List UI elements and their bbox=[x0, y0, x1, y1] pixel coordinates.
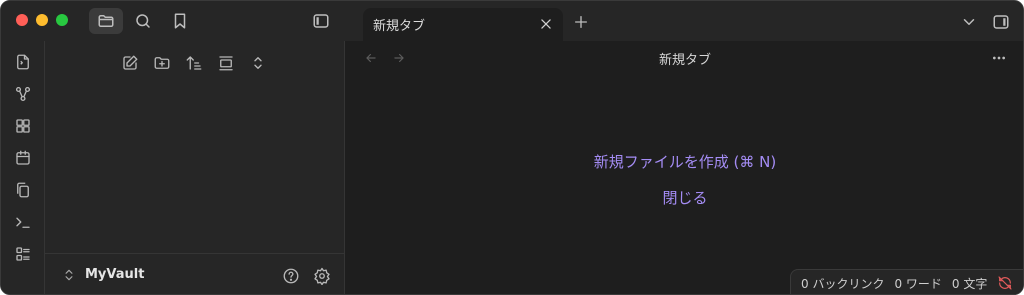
vault-name[interactable]: MyVault bbox=[85, 267, 144, 282]
toggle-right-sidebar-button[interactable] bbox=[991, 12, 1011, 32]
ribbon-command-palette[interactable] bbox=[13, 212, 33, 232]
collapse-icon bbox=[219, 56, 233, 71]
search-icon bbox=[136, 14, 150, 28]
char-count: 0 文字 bbox=[951, 276, 988, 291]
backlinks-count[interactable]: 0 バックリンク bbox=[801, 275, 884, 292]
file-switcher-icon bbox=[17, 54, 29, 70]
graph-icon bbox=[15, 86, 31, 102]
tab-new[interactable]: 新規タブ bbox=[363, 8, 563, 41]
close-tab-link[interactable]: 閉じる bbox=[345, 187, 1023, 208]
new-tab-button[interactable] bbox=[571, 12, 591, 32]
new-note-button[interactable] bbox=[119, 52, 141, 74]
toggle-left-sidebar-button[interactable] bbox=[304, 8, 338, 34]
help-icon bbox=[283, 268, 299, 284]
new-folder-icon bbox=[154, 57, 170, 69]
sort-button[interactable] bbox=[183, 52, 205, 74]
more-horizontal-icon bbox=[993, 56, 1005, 60]
terminal-icon bbox=[16, 217, 30, 228]
expand-icon bbox=[254, 57, 262, 69]
tab-title: 新規タブ bbox=[373, 19, 426, 34]
view-title: 新規タブ bbox=[658, 53, 711, 68]
ribbon-outline[interactable] bbox=[13, 244, 33, 264]
window-minimize-button[interactable] bbox=[36, 14, 48, 26]
folder-icon bbox=[98, 15, 114, 27]
gear-icon bbox=[314, 267, 330, 285]
help-button[interactable] bbox=[281, 266, 301, 286]
ribbon-graph-view[interactable] bbox=[13, 84, 33, 104]
main-view: 新規タブ 新規ファイルを作成 (⌘ N) 閉じる bbox=[345, 41, 1023, 294]
new-folder-button[interactable] bbox=[151, 52, 173, 74]
chevron-down-icon bbox=[963, 19, 975, 25]
sidebar-left-icon bbox=[313, 14, 329, 28]
window-close-button[interactable] bbox=[16, 14, 28, 26]
vault-bar: MyVault bbox=[45, 253, 344, 294]
tab-close-button[interactable] bbox=[537, 15, 555, 33]
search-view-button[interactable] bbox=[126, 8, 160, 34]
file-explorer-sidebar: MyVault bbox=[45, 41, 345, 294]
ribbon-daily-note[interactable] bbox=[13, 148, 33, 168]
app-window: 新規タブ MyVault 新規タブ 新規ファイルを作成 (⌘ N) 閉じる 0 … bbox=[0, 0, 1024, 295]
chevron-up-down-icon bbox=[65, 269, 73, 281]
ribbon-quick-switcher[interactable] bbox=[13, 52, 33, 72]
copy-icon bbox=[17, 182, 29, 198]
plus-icon bbox=[575, 16, 587, 28]
more-options-button[interactable] bbox=[989, 48, 1009, 68]
ribbon bbox=[1, 41, 45, 294]
settings-button[interactable] bbox=[312, 266, 332, 286]
sidebar-right-icon bbox=[993, 15, 1009, 29]
bookmark-icon bbox=[174, 13, 186, 29]
ribbon-templates[interactable] bbox=[13, 180, 33, 200]
title-bar: 新規タブ bbox=[1, 1, 1023, 41]
window-maximize-button[interactable] bbox=[56, 14, 68, 26]
auto-reveal-button[interactable] bbox=[215, 52, 237, 74]
expand-all-button[interactable] bbox=[247, 52, 269, 74]
sync-off-icon bbox=[998, 276, 1012, 290]
word-count: 0 ワード bbox=[894, 276, 942, 291]
list-icon bbox=[16, 247, 30, 261]
sort-icon bbox=[186, 56, 202, 70]
sync-status-button[interactable] bbox=[997, 275, 1013, 291]
new-note-icon bbox=[123, 55, 138, 70]
status-bar: 0 バックリンク 0 ワード 0 文字 bbox=[790, 269, 1023, 294]
ribbon-canvas[interactable] bbox=[13, 116, 33, 136]
calendar-icon bbox=[16, 150, 30, 165]
bookmarks-view-button[interactable] bbox=[163, 8, 197, 34]
vault-switcher-button[interactable] bbox=[61, 267, 77, 283]
create-new-file-link[interactable]: 新規ファイルを作成 (⌘ N) bbox=[345, 151, 1023, 172]
files-view-button[interactable] bbox=[89, 8, 123, 34]
tab-list-button[interactable] bbox=[959, 12, 979, 32]
canvas-icon bbox=[16, 119, 30, 133]
close-icon bbox=[541, 19, 551, 29]
